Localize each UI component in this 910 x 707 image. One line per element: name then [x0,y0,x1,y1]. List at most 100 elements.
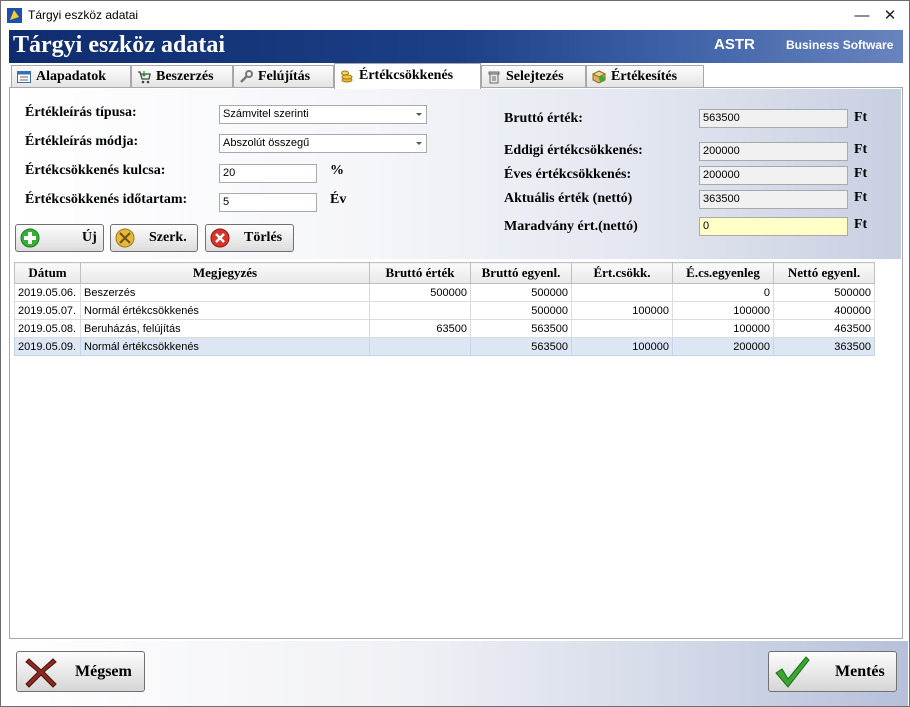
box-icon [592,70,606,84]
column-header[interactable]: É.cs.egyenleg [672,262,774,284]
note-cell: Beszerzés [80,283,370,302]
gross-balance-cell: 563500 [470,337,572,356]
tab-beszerzes[interactable]: Beszerzés [131,65,233,87]
tab-ertekesites[interactable]: Értékesítés [586,65,704,87]
current-label: Aktuális érték (nettó) [504,191,633,206]
gross-balance-cell: 563500 [470,319,572,338]
date-cell: 2019.05.09. [14,337,81,356]
form-icon [17,71,31,83]
app-icon [7,8,22,23]
depreciation-cell [571,319,673,338]
column-header[interactable]: Nettó egyenl. [773,262,875,284]
save-button[interactable]: Mentés [768,651,897,692]
type-value: Számvitel szerinti [223,108,309,120]
tab-label: Alapadatok [36,69,107,84]
table-row[interactable]: 2019.05.08. Beruházás, felújítás 63500 5… [14,319,875,338]
todate-value-field[interactable]: 200000 [699,142,848,161]
gross-cell [369,337,471,356]
date-cell: 2019.05.08. [14,319,81,338]
dep-balance-cell: 100000 [672,301,774,320]
wrench-icon [240,70,253,83]
edit-button[interactable]: Szerk. [110,224,198,252]
current-currency: Ft [854,190,868,205]
title-bar: Tárgyi eszköz adatai — ✕ [1,1,909,30]
tab-selejtezes[interactable]: Selejtezés [481,65,586,87]
chevron-down-icon [416,142,422,145]
cancel-button[interactable]: Mégsem [16,651,145,692]
table-row[interactable]: 2019.05.06. Beszerzés 500000 500000 0 50… [14,283,875,302]
tab-felujitas[interactable]: Felújítás [233,65,334,87]
column-header[interactable]: Megjegyzés [80,262,370,284]
column-header[interactable]: Bruttó érték [369,262,471,284]
tab-ertekcsokkenes[interactable]: Értékcsökkenés [334,63,481,89]
net-balance-cell: 463500 [773,319,875,338]
checkmark-icon [775,656,810,688]
tab-panel: Értékleírás típusa: Számvitel szerinti É… [9,87,903,639]
minimize-button[interactable]: — [850,5,874,27]
plus-icon [20,228,40,248]
page-title: Tárgyi eszköz adatai [13,32,225,58]
form-area: Értékleírás típusa: Számvitel szerinti É… [11,89,901,259]
header-banner: Tárgyi eszköz adatai ASTR Business Softw… [9,30,903,63]
rate-input[interactable]: 20 [219,164,317,183]
todate-label: Eddigi értékcsökkenés: [504,143,643,158]
rate-label: Értékcsökkenés kulcsa: [25,163,166,178]
column-header[interactable]: Ért.csökk. [571,262,673,284]
depreciation-table: Dátum Megjegyzés Bruttó érték Bruttó egy… [14,262,875,356]
gross-balance-cell: 500000 [470,301,572,320]
table-row-selected[interactable]: 2019.05.09. Normál értékcsökkenés 563500… [14,337,875,356]
save-button-label: Mentés [835,663,885,680]
method-value: Abszolút összegű [223,137,310,149]
gross-balance-cell: 500000 [470,283,572,302]
current-value-field[interactable]: 363500 [699,190,848,209]
tab-label: Értékesítés [611,69,678,84]
annual-value-field[interactable]: 200000 [699,166,848,185]
net-balance-cell: 400000 [773,301,875,320]
gross-value-field[interactable]: 563500 [699,109,848,128]
residual-currency: Ft [854,217,868,232]
method-select[interactable]: Abszolút összegű [219,134,427,153]
note-cell: Normál értékcsökkenés [80,301,370,320]
net-balance-cell: 500000 [773,283,875,302]
coins-icon [341,70,353,83]
table-row[interactable]: 2019.05.07. Normál értékcsökkenés 500000… [14,301,875,320]
column-header[interactable]: Dátum [14,262,81,284]
tab-label: Értékcsökkenés [359,68,454,83]
residual-value-field[interactable]: 0 [699,217,848,236]
edit-button-label: Szerk. [149,230,187,245]
residual-label: Maradvány ért.(nettó) [504,219,638,234]
depreciation-cell [571,283,673,302]
dep-balance-cell: 0 [672,283,774,302]
type-select[interactable]: Számvitel szerinti [219,105,427,124]
cancel-button-label: Mégsem [75,663,132,680]
table-header-row: Dátum Megjegyzés Bruttó érték Bruttó egy… [14,262,875,284]
window-title: Tárgyi eszköz adatai [28,8,139,22]
todate-currency: Ft [854,142,868,157]
annual-currency: Ft [854,166,868,181]
delete-button[interactable]: Törlés [205,224,294,252]
depreciation-cell: 100000 [571,301,673,320]
chevron-down-icon [416,113,422,116]
window: Tárgyi eszköz adatai — ✕ Tárgyi eszköz a… [0,0,910,707]
date-cell: 2019.05.07. [14,301,81,320]
date-cell: 2019.05.06. [14,283,81,302]
delete-button-label: Törlés [244,230,283,245]
close-button[interactable]: ✕ [878,5,902,27]
cart-icon [138,71,151,84]
column-header[interactable]: Bruttó egyenl. [470,262,572,284]
duration-unit: Év [330,192,347,207]
duration-label: Értékcsökkenés időtartam: [25,192,188,207]
tab-label: Beszerzés [156,69,214,84]
note-cell: Normál értékcsökkenés [80,337,370,356]
brand-subtitle: Business Software [786,38,894,52]
new-button[interactable]: Új [15,224,104,252]
depreciation-cell: 100000 [571,337,673,356]
gross-cell: 63500 [369,319,471,338]
tab-alapadatok[interactable]: Alapadatok [11,65,131,87]
note-cell: Beruházás, felújítás [80,319,370,338]
gross-label: Bruttó érték: [504,111,583,126]
annual-label: Éves értékcsökkenés: [504,167,632,182]
duration-input[interactable]: 5 [219,193,317,212]
trash-icon [488,71,500,84]
tab-label: Felújítás [258,69,311,84]
